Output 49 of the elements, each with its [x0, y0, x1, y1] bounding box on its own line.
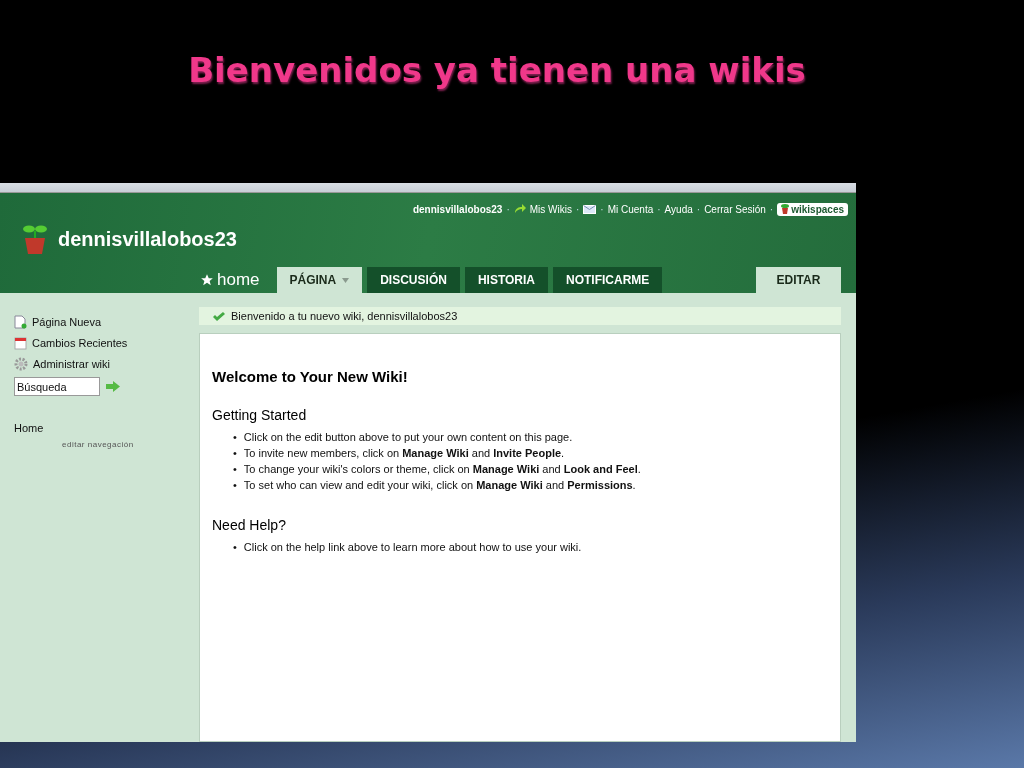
bullet-text: To change your wiki's colors or theme, click on Manage Wiki and Look and Feel. [243, 462, 641, 477]
tab[interactable]: PÁGINA [276, 267, 363, 293]
page-title: Welcome to Your New Wiki! [212, 368, 409, 385]
header-link[interactable]: Cerrar Sesión [704, 203, 766, 215]
header-link[interactable]: Ayuda [664, 203, 693, 215]
nav-link[interactable]: Home [14, 422, 199, 434]
potted-plant-icon [22, 223, 48, 255]
bullet: • [233, 462, 237, 477]
tab[interactable]: DISCUSIÓN [367, 267, 460, 293]
edit-navigation-link[interactable]: editar navegación [62, 440, 199, 449]
separator: · [696, 203, 701, 215]
separator: · [657, 203, 661, 215]
slide-title: Bienvenidos ya tienen una wikis [188, 50, 806, 92]
site-name: dennisvillalobos23 [58, 227, 237, 251]
mail-icon[interactable] [583, 204, 597, 214]
section-heading: Need Help? [212, 517, 287, 533]
notice-text: Bienvenido a tu nuevo wiki, dennisvillalobos23 [231, 310, 458, 322]
header-link[interactable]: Mi Cuenta [607, 203, 654, 215]
star-icon [200, 273, 214, 287]
gear-icon [14, 356, 28, 371]
separator: · [600, 203, 604, 215]
tab[interactable]: NOTIFICARME [553, 267, 663, 293]
bullet: • [233, 430, 237, 445]
username-link[interactable]: dennisvillalobos23 [412, 203, 503, 215]
bullet: • [233, 446, 237, 461]
sidebar-item[interactable]: Administrar wiki [14, 353, 199, 374]
separator: · [576, 203, 580, 215]
tab[interactable]: HISTORIA [464, 267, 548, 293]
separator: · [506, 203, 510, 215]
home-link[interactable]: home [200, 267, 260, 293]
curved-arrow-icon [513, 204, 526, 214]
bullet-text: Click on the help link above to learn more about how to use your wiki. [243, 540, 582, 555]
search-field[interactable]: Búsqueda [14, 377, 100, 396]
check-icon [213, 311, 225, 321]
calendar-icon [14, 335, 27, 350]
separator: · [769, 203, 774, 215]
sidebar-item[interactable]: Cambios Recientes [14, 332, 199, 353]
wikispaces-badge[interactable]: wikispaces [777, 202, 848, 216]
my-wikis-link[interactable]: Mis Wikis [529, 203, 572, 215]
bullet-text: Click on the edit button above to put your own content on this page. [243, 430, 573, 445]
sidebar-item[interactable]: Página Nueva [14, 311, 199, 332]
edit-button[interactable]: EDITAR [756, 267, 841, 293]
section-heading: Getting Started [212, 407, 308, 423]
new-page-icon [14, 314, 27, 329]
bullet-text: To invite new members, click on Manage Wiki and Invite People. [243, 446, 565, 461]
bullet-text: To set who can view and edit your wiki, click on Manage Wiki and Permissions. [243, 478, 636, 493]
bullet: • [233, 540, 237, 555]
potted-plant-icon [781, 204, 790, 214]
bullet: • [233, 478, 237, 493]
